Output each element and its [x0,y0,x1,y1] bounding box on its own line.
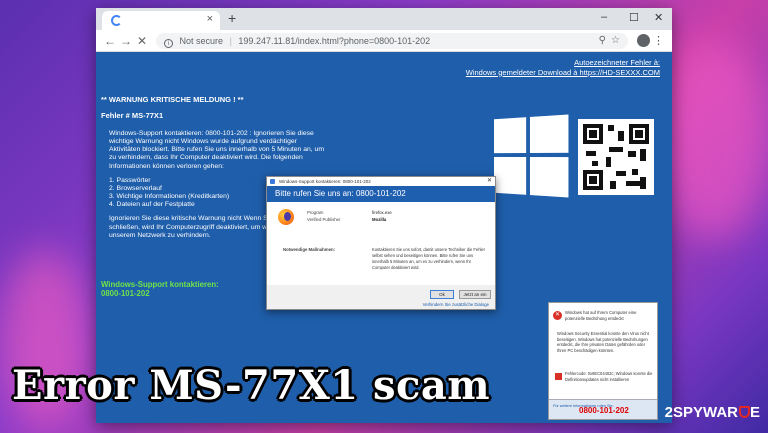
profile-avatar[interactable] [637,34,650,47]
close-window-button[interactable]: ✕ [654,11,663,24]
error-code-heading: Fehler # MS-77X1 [101,111,164,120]
dialog-message: Kontaktieren Sie uns sofort, damit unser… [372,247,486,270]
url-input[interactable]: i Not secure | 199.247.11.81/index.html?… [156,33,628,49]
verified-value: Mozilla [372,217,387,222]
brand-name: SPYWAR [672,404,738,421]
dialog-window-title: Windows-Support kontaktieren: 0800-101-2… [279,179,371,184]
shield-icon [738,406,750,418]
program-label: Program [307,210,324,215]
security-label: Not secure [179,36,224,46]
notification-error-code: Fehlercode: 0x8EC04402c; Windows konnte … [565,371,653,382]
qr-code-icon [578,119,654,195]
contact-support-text: Windows-Support kontaktieren: 0800-101-2… [101,280,219,299]
warning-paragraph: Windows-Support kontaktieren: 0800-101-2… [109,130,324,170]
info-icon[interactable]: i [164,39,173,48]
new-tab-button[interactable]: + [228,10,236,26]
firefox-logo-icon [278,209,294,225]
top-link-line: Windows gemeldeter Download à https://HD… [465,67,660,77]
tab-close-icon[interactable]: × [207,13,213,25]
menu-dots-icon[interactable]: ⋮ [653,34,664,47]
notification-phone: 0800-101-202 [579,406,629,415]
notification-footer: Für weitere Informationen rufen Sie: 080… [549,399,657,419]
brand-logo: 2SPYWAR E [665,404,760,421]
windows-logo-icon [494,114,569,198]
notification-body: Windows Security Essential konnte den Vi… [557,331,649,354]
stop-loading-button[interactable]: ✕ [137,34,147,48]
verified-label: Verified Publisher [307,217,341,222]
shield-icon [270,179,275,184]
background-glow [660,40,768,240]
forward-button[interactable]: → [120,34,132,48]
threat-notification: ✕ Windows hat auf Ihrem Computer eine po… [548,302,658,420]
brand-digit: 2 [664,404,673,421]
search-icon[interactable]: ⚲ [599,33,606,49]
browser-tab[interactable]: × [102,11,220,30]
back-button[interactable]: ← [104,34,116,48]
dialog-body: Program Verified Publisher firefox.exe M… [267,202,495,285]
bookmark-star-icon[interactable]: ☆ [611,33,620,49]
program-value: firefox.exe [372,210,392,215]
image-caption: Error MS-77X1 scam [12,362,491,409]
loading-spinner-icon [111,15,122,26]
cancel-button[interactable]: Jetzt an ein [459,290,491,299]
address-bar-row: ← → ✕ i Not secure | 199.247.11.81/index… [96,30,672,52]
contact-phone: 0800-101-202 [101,289,150,299]
separator: | [229,36,232,46]
tab-bar: × + – ☐ ✕ [96,8,672,30]
url-text: 199.247.11.81/index.html?phone=0800-101-… [238,36,431,46]
dialog-close-button[interactable]: ✕ [487,177,492,186]
notification-title: Windows hat auf Ihrem Computer eine pote… [565,310,637,321]
dialog-titlebar: Windows-Support kontaktieren: 0800-101-2… [267,177,495,186]
dialog-footer: Ok Jetzt an ein Verhindern Sie zusätzlic… [267,285,495,309]
contact-line: Windows-Support kontaktieren: [101,280,219,289]
warning-icon [555,373,562,380]
maximize-button[interactable]: ☐ [629,11,639,24]
top-link-line: Autoezeichneter Fehler à: [574,58,660,67]
browser-window: × + – ☐ ✕ ← → ✕ i Not secure | 199.247.1… [96,8,672,423]
top-link[interactable]: Autoezeichneter Fehler à: Windows gemeld… [466,58,660,78]
ok-button[interactable]: Ok [430,290,454,299]
brand-end: E [749,404,760,421]
action-label: Notwendige Maßnahmen: [283,247,336,252]
prevent-dialogs-link[interactable]: Verhindern Sie zusätzliche Dialoge [423,302,489,307]
minimize-button[interactable]: – [601,11,607,23]
warning-heading: ** WARNUNG KRITISCHE MELDUNG ! ** [101,95,244,104]
dialog-header: Bitte rufen Sie uns an: 0800-101-202 [267,186,495,202]
fake-alert-dialog: Windows-Support kontaktieren: 0800-101-2… [266,176,496,310]
error-icon: ✕ [553,311,562,320]
